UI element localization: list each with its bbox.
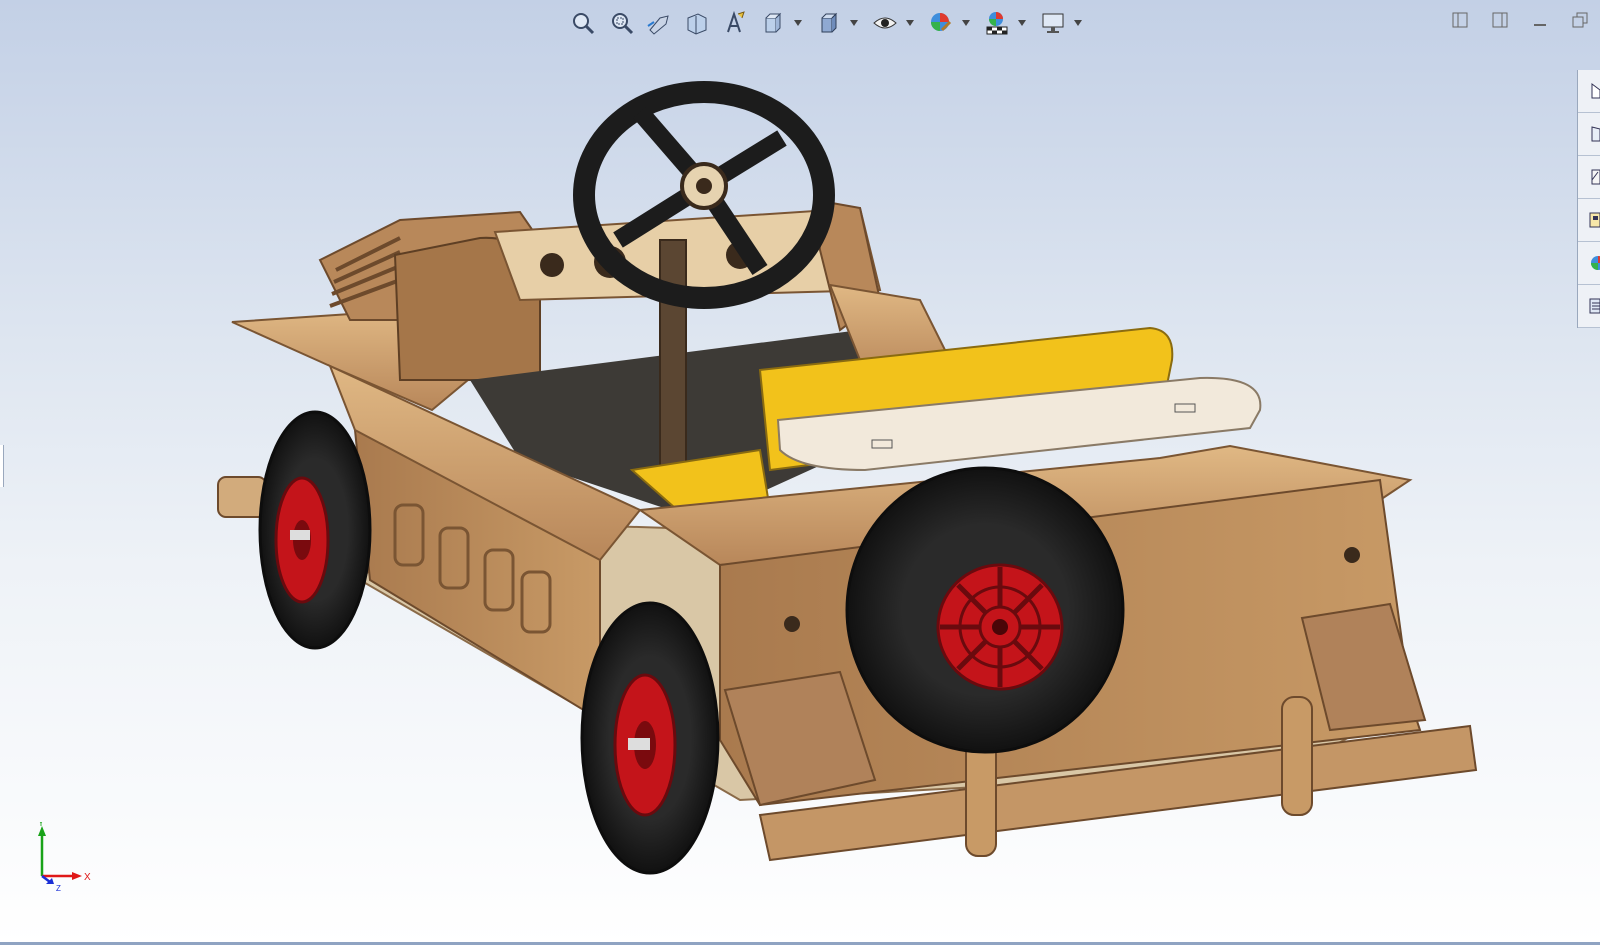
- heads-up-view-toolbar: [566, 6, 1088, 40]
- bumper-post-right: [1281, 696, 1313, 816]
- front-bumper: [217, 476, 267, 518]
- spare-wheel: [845, 466, 1125, 754]
- apply-scene-icon[interactable]: [980, 8, 1014, 38]
- appearances-scenes-icon[interactable]: [1578, 242, 1600, 285]
- bumper-post-left: [965, 737, 997, 857]
- triad-x-label: X: [84, 872, 91, 883]
- edit-appearance-dropdown-icon[interactable]: [962, 8, 970, 38]
- wheel-front-left: [258, 410, 372, 650]
- view-orientation-icon[interactable]: [756, 8, 790, 38]
- view-settings-icon[interactable]: [1036, 8, 1070, 38]
- graphics-area[interactable]: Y X Z: [0, 0, 1600, 945]
- minimize-icon[interactable]: [1530, 10, 1550, 30]
- steering-column: [659, 239, 687, 471]
- view-orientation-dropdown-icon[interactable]: [794, 8, 802, 38]
- split-left-icon[interactable]: [1450, 10, 1470, 30]
- zoom-to-fit-icon[interactable]: [566, 8, 600, 38]
- restore-icon[interactable]: [1570, 10, 1590, 30]
- dynamic-annotation-views-icon[interactable]: [718, 8, 752, 38]
- split-right-icon[interactable]: [1490, 10, 1510, 30]
- window-controls: [1450, 10, 1590, 30]
- hide-show-items-icon[interactable]: [868, 8, 902, 38]
- hide-show-items-dropdown-icon[interactable]: [906, 8, 914, 38]
- file-explorer-icon[interactable]: [1578, 156, 1600, 199]
- view-settings-dropdown-icon[interactable]: [1074, 8, 1082, 38]
- coordinate-triad: Y X Z: [38, 822, 91, 892]
- car-model[interactable]: [0, 0, 1600, 945]
- previous-view-icon[interactable]: [642, 8, 676, 38]
- display-style-icon[interactable]: [812, 8, 846, 38]
- view-palette-icon[interactable]: [1578, 199, 1600, 242]
- design-library-icon[interactable]: [1578, 113, 1600, 156]
- wheel-rear-left: [580, 601, 720, 875]
- custom-properties-icon[interactable]: [1578, 285, 1600, 328]
- triad-y-label: Y: [38, 822, 44, 828]
- solidworks-resources-icon[interactable]: [1578, 70, 1600, 113]
- edit-appearance-icon[interactable]: [924, 8, 958, 38]
- triad-z-label: Z: [56, 884, 61, 892]
- display-style-dropdown-icon[interactable]: [850, 8, 858, 38]
- section-view-icon[interactable]: [680, 8, 714, 38]
- apply-scene-dropdown-icon[interactable]: [1018, 8, 1026, 38]
- left-panel-collapse-handle[interactable]: [0, 445, 4, 487]
- task-pane-tabs: [1577, 70, 1600, 328]
- zoom-to-area-icon[interactable]: [604, 8, 638, 38]
